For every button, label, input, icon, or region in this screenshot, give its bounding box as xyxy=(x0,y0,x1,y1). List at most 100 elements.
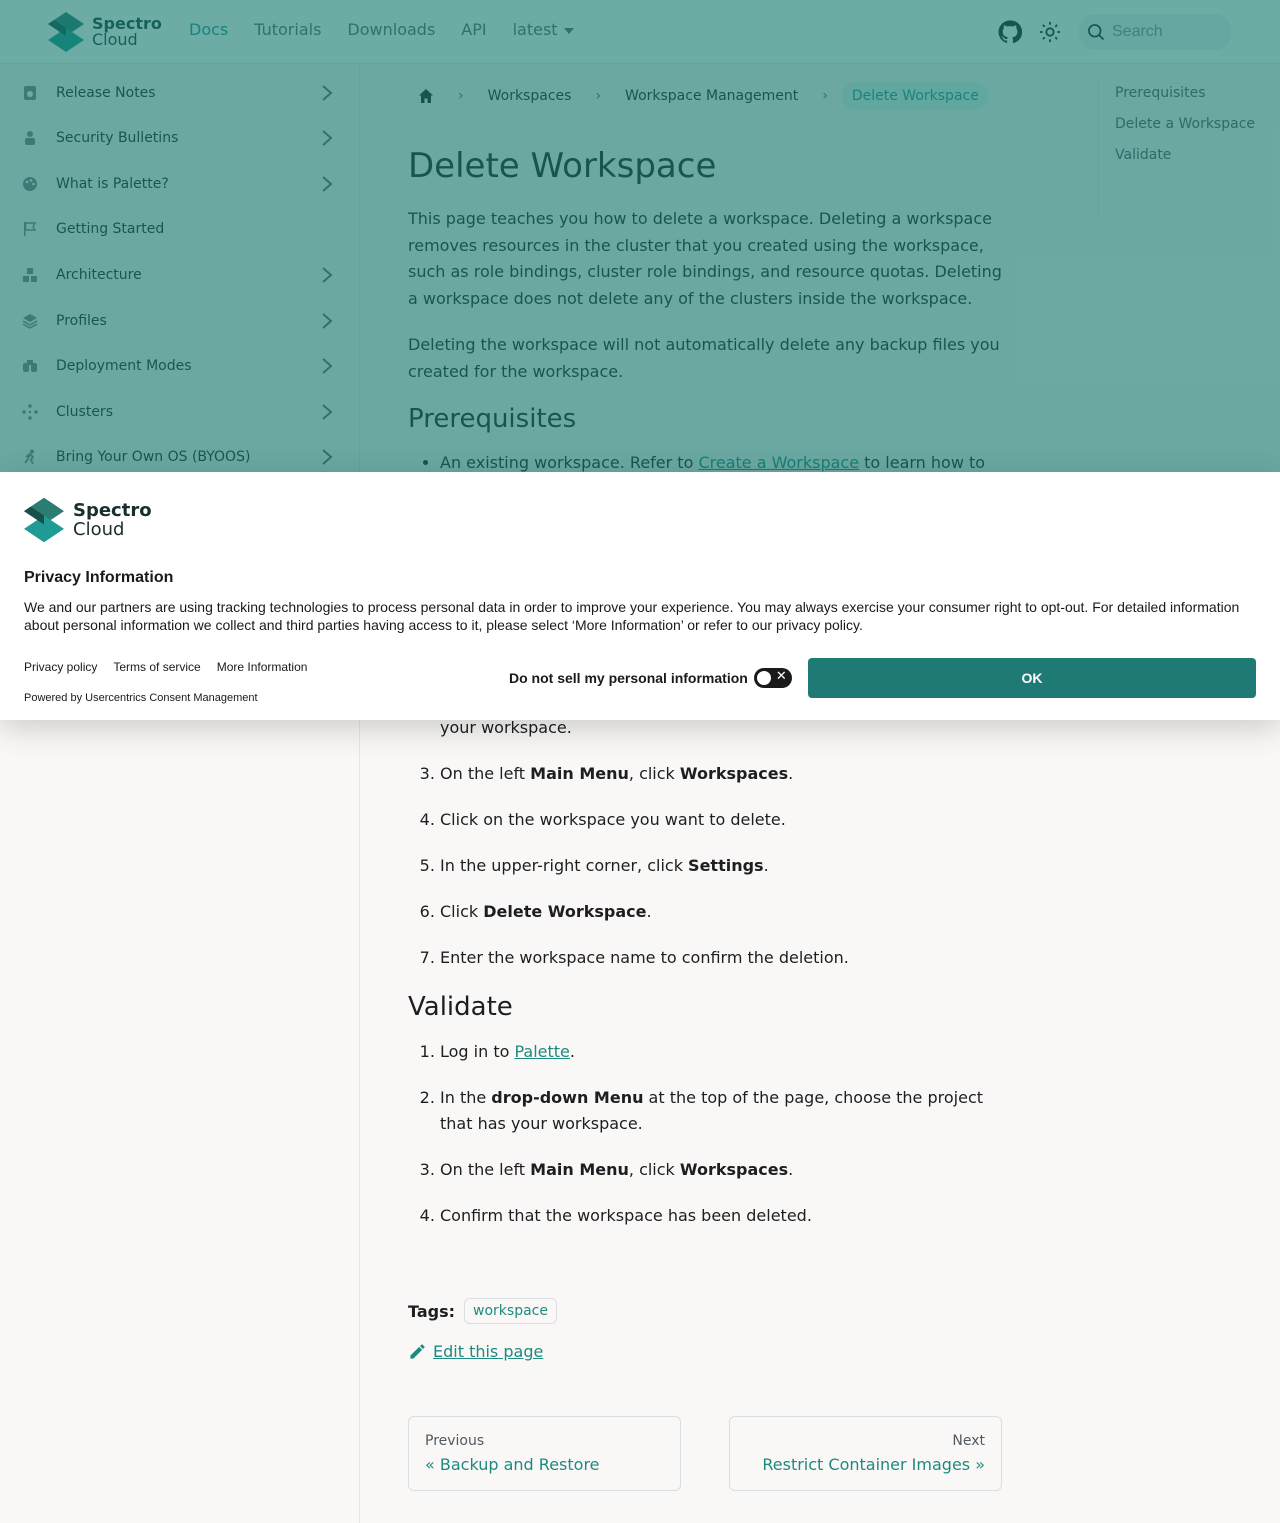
search-input[interactable] xyxy=(1112,23,1222,41)
sidebar-item-profiles[interactable]: Profiles xyxy=(0,298,359,344)
pagination-previous[interactable]: Previous « Backup and Restore xyxy=(408,1416,681,1491)
sidebar-item-label: Getting Started xyxy=(56,221,165,237)
breadcrumb-separator: › xyxy=(595,88,602,104)
chevron-right-icon[interactable] xyxy=(320,403,334,421)
sidebar-item-label: Deployment Modes xyxy=(56,358,192,374)
list-item: Click on the workspace you want to delet… xyxy=(440,807,1008,833)
consent-text: We and our partners are using tracking t… xyxy=(24,599,1240,633)
consent-ok-button[interactable]: OK xyxy=(808,658,1256,698)
logo-text: Spectro Cloud xyxy=(92,14,162,49)
search-icon xyxy=(1088,24,1105,41)
note-paragraph: Deleting the workspace will not automati… xyxy=(408,335,1000,381)
consent-logo: Spectro Cloud xyxy=(24,496,152,544)
pagination-next[interactable]: Next Restrict Container Images » xyxy=(729,1416,1002,1491)
list-item: Enter the workspace name to confirm the … xyxy=(440,945,1008,971)
sidebar-item-security-bulletins[interactable]: Security Bulletins xyxy=(0,115,359,161)
shield-user-icon xyxy=(25,131,35,145)
privacy-consent-banner: Spectro Cloud Privacy Information We and… xyxy=(0,472,1280,720)
privacy-policy-link[interactable]: Privacy policy xyxy=(24,660,97,674)
chevron-right-icon[interactable] xyxy=(320,266,334,284)
nav-downloads[interactable]: Downloads xyxy=(347,20,435,39)
prerequisites-heading: Prerequisites xyxy=(408,404,577,434)
palette-icon xyxy=(23,177,37,191)
edit-this-page-link[interactable]: Edit this page xyxy=(408,1342,543,1361)
chevron-right-icon[interactable] xyxy=(320,84,334,102)
nav-api[interactable]: API xyxy=(461,20,486,39)
pagination-previous-title: « Backup and Restore xyxy=(425,1455,600,1474)
list-item: On the left Main Menu, click Workspaces. xyxy=(440,1157,1008,1183)
spectro-cloud-logo-icon xyxy=(24,497,64,543)
list-item: In the upper-right corner, click Setting… xyxy=(440,853,1008,879)
search-box[interactable] xyxy=(1078,14,1232,50)
breadcrumb-separator: › xyxy=(458,88,464,104)
sidebar-item-label: Clusters xyxy=(56,404,113,420)
consent-logo-text: Spectro Cloud xyxy=(73,500,152,540)
list-item: Confirm that the workspace has been dele… xyxy=(440,1203,1008,1229)
chevron-right-icon[interactable] xyxy=(320,357,334,375)
top-navbar: Spectro Cloud Docs Tutorials Downloads A… xyxy=(0,0,1280,64)
toc-item-validate[interactable]: Validate xyxy=(1115,144,1258,167)
validate-steps-list: Log in to Palette. In the drop-down Menu… xyxy=(408,1039,1008,1229)
sidebar-item-label: Architecture xyxy=(56,267,142,283)
validate-heading: Validate xyxy=(408,992,513,1022)
delete-steps-list: On the left Main Menu, click Workspaces.… xyxy=(408,761,1008,971)
chevron-right-icon[interactable] xyxy=(320,448,334,466)
tags-label: Tags: xyxy=(408,1301,456,1321)
terms-of-service-link[interactable]: Terms of service xyxy=(113,660,200,674)
sidebar-item-what-is-palette[interactable]: What is Palette? xyxy=(0,161,359,207)
sidebar-item-label: Profiles xyxy=(56,313,107,329)
create-workspace-link[interactable]: Create a Workspace xyxy=(698,453,859,472)
flag-icon xyxy=(24,222,37,236)
pencil-icon xyxy=(410,1344,425,1359)
breadcrumb-workspace-management[interactable]: Workspace Management xyxy=(615,84,808,108)
caret-down-icon xyxy=(563,27,574,34)
site-logo[interactable]: Spectro Cloud xyxy=(48,12,162,52)
breadcrumb-current: Delete Workspace xyxy=(841,82,989,110)
nav-tutorials[interactable]: Tutorials xyxy=(254,20,321,39)
home-icon[interactable] xyxy=(408,80,444,112)
list-item: Log in to Palette. xyxy=(440,1039,1008,1065)
do-not-sell-toggle[interactable]: ✕ xyxy=(753,668,792,688)
toc-item-delete-workspace[interactable]: Delete a Workspace xyxy=(1115,113,1258,136)
toc-item-prerequisites[interactable]: Prerequisites xyxy=(1115,82,1258,105)
sidebar-item-label: Release Notes xyxy=(56,85,156,101)
spectro-cloud-logo-icon xyxy=(48,12,84,52)
running-icon xyxy=(24,449,35,465)
sidebar-item-release-notes[interactable]: Release Notes xyxy=(0,70,359,116)
sidebar-item-label: Security Bulletins xyxy=(56,130,179,146)
breadcrumb-separator: › xyxy=(822,88,828,104)
sidebar-item-architecture[interactable]: Architecture xyxy=(0,252,359,298)
version-dropdown[interactable]: latest xyxy=(513,20,574,39)
consent-title: Privacy Information xyxy=(24,569,174,586)
do-not-sell-label: Do not sell my personal information xyxy=(509,670,748,686)
sidebar-item-getting-started[interactable]: Getting Started xyxy=(0,206,359,252)
chevron-right-icon[interactable] xyxy=(320,175,334,193)
palette-link[interactable]: Palette xyxy=(514,1042,569,1061)
version-label: latest xyxy=(512,20,558,39)
sidebar-item-clusters[interactable]: Clusters xyxy=(0,389,359,435)
breadcrumb-workspaces[interactable]: Workspaces xyxy=(478,84,582,108)
tag-workspace[interactable]: workspace xyxy=(464,1298,557,1324)
tags-row: Tags: workspace xyxy=(408,1298,557,1324)
nav-docs[interactable]: Docs xyxy=(189,20,228,39)
sidebar-item-label: What is Palette? xyxy=(56,176,169,192)
table-of-contents: Prerequisites Delete a Workspace Validat… xyxy=(1098,82,1258,220)
sidebar-item-deployment-modes[interactable]: Deployment Modes xyxy=(0,343,359,389)
edit-this-page-label: Edit this page xyxy=(433,1342,544,1361)
close-icon: ✕ xyxy=(775,669,787,684)
pagination-next-title: Restrict Container Images » xyxy=(762,1455,985,1474)
nodes-icon xyxy=(22,404,38,420)
chevron-right-icon[interactable] xyxy=(320,129,334,147)
github-icon[interactable] xyxy=(996,18,1024,46)
theme-toggle-sun-icon[interactable] xyxy=(1036,18,1064,46)
list-item: In the drop-down Menu at the top of the … xyxy=(440,1085,1008,1137)
consent-links: Privacy policy Terms of service More Inf… xyxy=(24,660,323,674)
chevron-right-icon[interactable] xyxy=(320,312,334,330)
breadcrumb: › Workspaces › Workspace Management › De… xyxy=(408,80,989,112)
more-information-link[interactable]: More Information xyxy=(217,660,308,674)
cubes-icon xyxy=(23,268,37,282)
page-title: Delete Workspace xyxy=(408,146,717,186)
do-not-sell-row: Do not sell my personal information ✕ xyxy=(509,668,792,688)
pagination-previous-sub: Previous xyxy=(425,1433,485,1449)
sidebar-divider xyxy=(359,720,360,1523)
